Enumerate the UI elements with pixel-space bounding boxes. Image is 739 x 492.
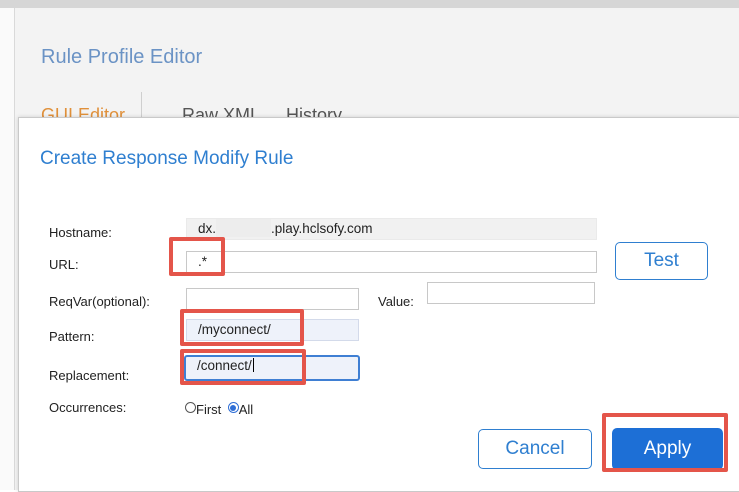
reqvar-input[interactable] [186,288,359,310]
hostname-suffix: .play.hclsofy.com [271,221,373,236]
url-input[interactable]: .* [186,251,597,273]
pattern-callout [180,309,304,346]
left-edge [0,8,14,490]
occurrences-group: First All [185,399,253,417]
occurrences-label: Occurrences: [49,400,127,415]
editor-title: Rule Profile Editor [41,46,203,68]
occurrence-all-radio[interactable] [227,402,239,413]
apply-callout [602,413,728,472]
occurrence-first-radio[interactable] [185,402,196,413]
url-callout [169,237,225,276]
dialog-title: Create Response Modify Rule [40,148,294,169]
hostname-field: dx. .play.hclsofy.com [186,218,597,240]
url-label: URL: [49,257,79,272]
occurrence-all-label: All [238,402,254,417]
value-input[interactable] [427,282,595,304]
hostname-redaction [216,219,272,237]
pattern-label: Pattern: [49,329,95,344]
cancel-button[interactable]: Cancel [478,429,592,469]
hostname-label: Hostname: [49,225,112,240]
replacement-callout [180,349,306,385]
top-strip [0,0,739,8]
reqvar-label: ReqVar(optional): [49,294,150,309]
test-button[interactable]: Test [615,242,708,280]
create-response-modify-rule-dialog: Create Response Modify Rule Hostname: dx… [18,117,739,492]
occurrence-first-label: First [196,402,222,417]
replacement-label: Replacement: [49,368,130,383]
hostname-prefix: dx. [198,221,217,236]
value-label: Value: [378,294,414,309]
